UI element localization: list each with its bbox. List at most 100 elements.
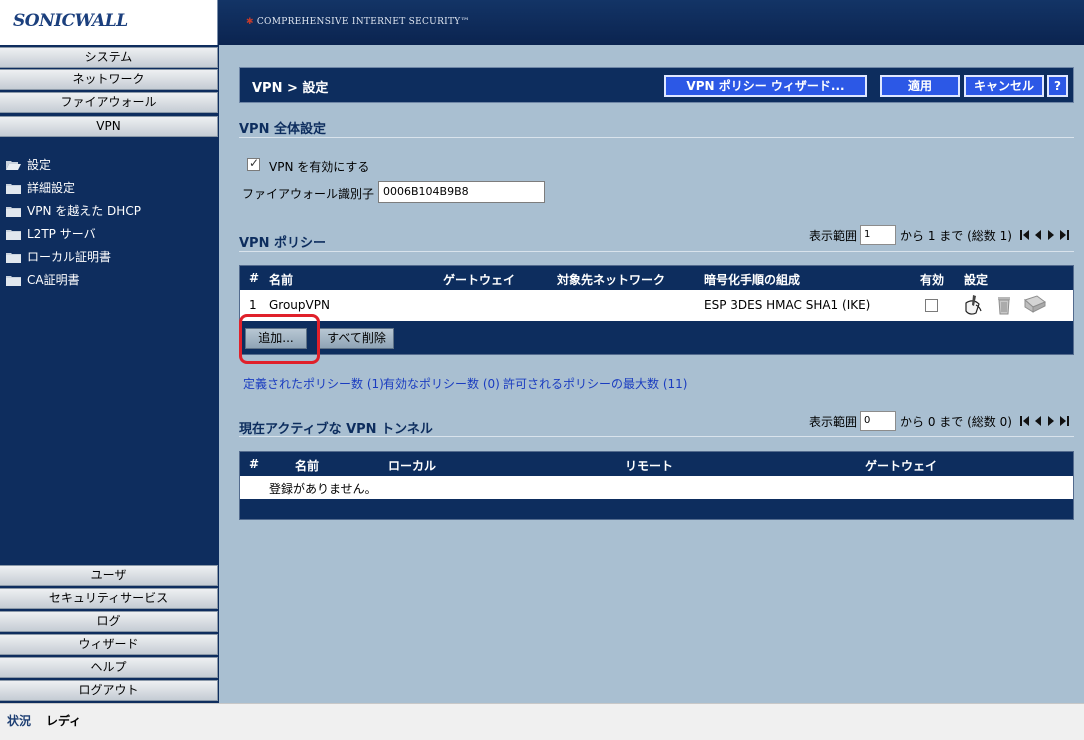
status-bar: 状況 レディ: [0, 703, 1084, 740]
vpn-policies-title: VPN ポリシー: [239, 236, 326, 251]
subnav-label: VPN を越えた DHCP: [27, 204, 141, 218]
bullet-icon: ✱: [246, 17, 254, 27]
table-row: 登録がありません。: [240, 476, 1073, 499]
active-tunnels-table: # 名前 ローカル リモート ゲートウェイ 登録がありません。: [239, 451, 1074, 520]
col-number: #: [249, 457, 260, 471]
open-folder-icon: [6, 160, 21, 170]
section-divider: [239, 436, 1074, 437]
subnav-ca-certificates[interactable]: CA証明書: [6, 271, 80, 289]
tagline-text: COMPREHENSIVE INTERNET SECURITY™: [256, 17, 470, 27]
subnav-label: CA証明書: [27, 273, 80, 287]
next-page-icon[interactable]: [1046, 229, 1056, 241]
col-remote: リモート: [625, 459, 674, 473]
nav-firewall[interactable]: ファイアウォール: [0, 92, 218, 113]
firewall-id-field[interactable]: 0006B104B9B8: [378, 181, 545, 203]
status-label: 状況: [7, 714, 32, 728]
vpn-policies-table: # 名前 ゲートウェイ 対象先ネットワーク 暗号化手順の組成 有効 設定 1 G…: [239, 265, 1074, 355]
prev-page-icon[interactable]: [1033, 415, 1043, 427]
subnav-local-certificates[interactable]: ローカル証明書: [6, 248, 111, 266]
col-number: #: [249, 271, 260, 285]
subnav-settings[interactable]: 設定: [6, 156, 51, 174]
first-page-icon[interactable]: [1019, 415, 1030, 427]
enable-vpn-checkbox[interactable]: [247, 156, 260, 171]
logo-area: SONICWALL: [0, 0, 218, 45]
subnav-advanced[interactable]: 詳細設定: [6, 179, 75, 197]
table-header: # 名前 ゲートウェイ 対象先ネットワーク 暗号化手順の組成 有効 設定: [240, 266, 1073, 290]
subnav-label: 設定: [27, 158, 52, 172]
nav-users[interactable]: ユーザ: [0, 565, 218, 586]
policies-pager: 表示範囲 1 から 1 まで (総数 1): [809, 225, 1069, 245]
edit-icon[interactable]: [963, 293, 985, 317]
tagline: ✱ COMPREHENSIVE INTERNET SECURITY™: [246, 17, 470, 27]
nav-system[interactable]: システム: [0, 47, 218, 68]
tunnels-range-field[interactable]: 0: [860, 411, 897, 431]
col-name: 名前: [269, 273, 294, 287]
nav-help[interactable]: ヘルプ: [0, 657, 218, 678]
enable-vpn-label: VPN を有効にする: [269, 160, 370, 174]
col-local: ローカル: [388, 459, 437, 473]
page-title-bar: VPN > 設定 VPN ポリシー ウィザード... 適用 キャンセル ?: [239, 67, 1074, 103]
next-page-icon[interactable]: [1046, 415, 1056, 427]
help-button[interactable]: ?: [1047, 75, 1068, 97]
status-value: レディ: [46, 714, 82, 728]
defined-policies-count[interactable]: 定義されたポリシー数 (1): [243, 375, 384, 392]
nav-network[interactable]: ネットワーク: [0, 69, 218, 90]
row-enabled-checkbox[interactable]: [925, 299, 938, 312]
tunnels-pager: 表示範囲 0 から 0 まで (総数 0): [809, 411, 1069, 431]
page-title: VPN > 設定: [252, 81, 329, 96]
pager-suffix: から 1 まで (総数 1): [900, 228, 1012, 243]
col-gateway: ゲートウェイ: [865, 459, 938, 473]
nav-log[interactable]: ログ: [0, 611, 218, 632]
active-tunnels-title: 現在アクティブな VPN トンネル: [239, 422, 433, 437]
table-header: # 名前 ローカル リモート ゲートウェイ: [240, 452, 1073, 476]
nav-wizard[interactable]: ウィザード: [0, 634, 218, 655]
folder-icon: [6, 252, 21, 263]
folder-icon: [6, 275, 21, 286]
table-row[interactable]: 1 GroupVPN ESP 3DES HMAC SHA1 (IKE): [240, 290, 1073, 321]
export-icon[interactable]: [1023, 294, 1047, 314]
nav-vpn[interactable]: VPN: [0, 116, 218, 137]
highlight-annotation: [239, 314, 320, 364]
policies-range-field[interactable]: 1: [860, 225, 897, 245]
col-crypto: 暗号化手順の組成: [704, 273, 801, 287]
last-page-icon[interactable]: [1059, 229, 1069, 241]
delete-all-policies-button[interactable]: すべて削除: [319, 328, 394, 349]
sidebar: システム ネットワーク ファイアウォール VPN 設定 詳細設定 VPN を越え…: [0, 45, 219, 703]
folder-icon: [6, 206, 21, 217]
max-policies-count[interactable]: 許可されるポリシーの最大数 (11): [503, 375, 687, 392]
subnav-dhcp-over-vpn[interactable]: VPN を越えた DHCP: [6, 202, 141, 220]
trash-icon[interactable]: [996, 294, 1012, 316]
sonicwall-logo: SONICWALL: [13, 11, 128, 31]
subnav-label: 詳細設定: [27, 181, 76, 195]
vpn-policy-wizard-button[interactable]: VPN ポリシー ウィザード...: [664, 75, 867, 97]
folder-icon: [6, 229, 21, 240]
row-name: GroupVPN: [269, 298, 330, 312]
cancel-button[interactable]: キャンセル: [964, 75, 1044, 97]
folder-icon: [6, 183, 21, 194]
enabled-policies-count[interactable]: 有効なポリシー数 (0): [383, 375, 500, 392]
section-divider: [239, 137, 1074, 138]
row-crypto: ESP 3DES HMAC SHA1 (IKE): [704, 298, 871, 312]
pager-prefix: 表示範囲: [809, 228, 858, 243]
first-page-icon[interactable]: [1019, 229, 1030, 241]
section-divider: [239, 251, 1074, 252]
pager-suffix: から 0 まで (総数 0): [900, 414, 1012, 429]
row-number: 1: [249, 298, 257, 312]
global-settings-title: VPN 全体設定: [239, 122, 326, 137]
main-content: VPN > 設定 VPN ポリシー ウィザード... 適用 キャンセル ? VP…: [219, 45, 1084, 703]
apply-button[interactable]: 適用: [880, 75, 960, 97]
col-enabled: 有効: [920, 273, 945, 287]
subnav-label: ローカル証明書: [27, 250, 112, 264]
firewall-id-label: ファイアウォール識別子: [242, 187, 375, 201]
col-gateway: ゲートウェイ: [443, 273, 516, 287]
top-banner: SONICWALL ✱ COMPREHENSIVE INTERNET SECURI…: [0, 0, 1084, 45]
col-configure: 設定: [964, 273, 989, 287]
col-destination: 対象先ネットワーク: [557, 273, 666, 287]
empty-message: 登録がありません。: [269, 482, 377, 496]
nav-security-services[interactable]: セキュリティサービス: [0, 588, 218, 609]
last-page-icon[interactable]: [1059, 415, 1069, 427]
subnav-label: L2TP サーバ: [27, 227, 96, 241]
nav-logout[interactable]: ログアウト: [0, 680, 218, 701]
prev-page-icon[interactable]: [1033, 229, 1043, 241]
subnav-l2tp-server[interactable]: L2TP サーバ: [6, 225, 96, 243]
